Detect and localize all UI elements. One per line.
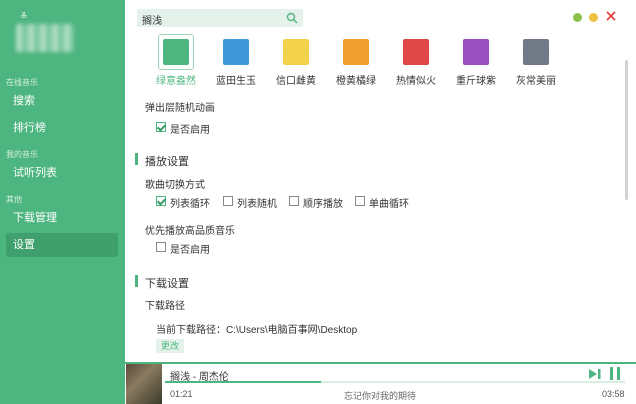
theme-swatch[interactable] [463,39,489,65]
list-random-checkbox[interactable] [223,196,233,206]
sequential-label: 顺序播放 [303,199,343,210]
theme-swatch-frame [158,34,194,70]
album-cover[interactable] [126,364,162,404]
list-loop-label: 列表循环 [170,199,210,210]
section-marker [135,275,138,287]
theme-label: 热情似火 [396,76,436,87]
duration-time: 03:58 [602,389,625,399]
single-loop-checkbox[interactable] [355,196,365,206]
current-path-label: 当前下载路径： [156,325,226,336]
scrollbar-thumb[interactable] [625,60,628,200]
hq-music-option-label: 是否启用 [170,245,210,256]
theme-option-yellow[interactable]: 信口雌黄 [266,39,326,87]
lyric-line: 忘记你对我的期待 [343,391,416,401]
theme-label: 重斤球紫 [456,76,496,87]
single-loop-label: 单曲循环 [369,199,409,210]
sidebar-section-online: 在线音乐 [6,78,38,87]
popup-anim-title: 弹出层随机动画 [145,103,215,114]
theme-label: 绿意盎然 [156,76,196,87]
sidebar-item-trial-list[interactable]: 试听列表 [6,161,118,185]
section-marker [135,153,138,165]
next-track-icon[interactable] [588,368,602,380]
theme-option-gray[interactable]: 灰常美丽 [506,39,566,87]
download-section-title: 下载设置 [145,278,189,290]
hq-music-checkbox[interactable] [156,242,166,252]
sequential-checkbox[interactable] [289,196,299,206]
theme-swatch[interactable] [403,39,429,65]
sidebar: ≚ 在线音乐 搜索 排行榜 我的音乐 试听列表 其他 下载管理 设置 [0,0,125,404]
search-box[interactable]: 搁浅 [137,9,303,27]
search-input[interactable]: 搁浅 [142,12,162,27]
app-logo-icon: ≚ [20,11,28,21]
sidebar-section-mine: 我的音乐 [6,150,38,159]
theme-swatch[interactable] [523,39,549,65]
list-loop-checkbox[interactable] [156,196,166,206]
theme-option-blue[interactable]: 蓝田生玉 [206,39,266,87]
sidebar-item-downloads[interactable]: 下载管理 [6,206,118,230]
search-icon[interactable] [286,12,298,24]
theme-label: 信口雌黄 [276,76,316,87]
list-random-label: 列表随机 [237,199,277,210]
theme-label: 橙黄橘绿 [336,76,376,87]
sidebar-item-search[interactable]: 搜索 [6,89,118,113]
theme-option-red[interactable]: 热情似火 [386,39,446,87]
progress-fill [165,381,321,383]
theme-option-purple[interactable]: 重斤球紫 [446,39,506,87]
theme-label: 蓝田生玉 [216,76,256,87]
playback-section-title: 播放设置 [145,156,189,168]
switch-mode-title: 歌曲切换方式 [145,180,205,191]
change-path-button[interactable]: 更改 [156,339,184,353]
theme-swatch[interactable] [163,39,189,65]
close-icon[interactable] [605,10,617,22]
theme-swatch[interactable] [283,39,309,65]
theme-swatch[interactable] [343,39,369,65]
theme-label: 灰常美丽 [516,76,556,87]
theme-option-orange[interactable]: 橙黄橘绿 [326,39,386,87]
popup-anim-checkbox[interactable] [156,122,166,132]
sidebar-header: ≚ [0,0,125,62]
sidebar-item-settings[interactable]: 设置 [6,233,118,257]
maximize-button[interactable] [589,13,598,22]
theme-swatch[interactable] [223,39,249,65]
pause-icon[interactable] [609,367,621,380]
current-path-value: C:\Users\电脑百事网\Desktop [226,325,358,336]
sidebar-item-ranking[interactable]: 排行榜 [6,116,118,140]
sidebar-section-other: 其他 [6,195,22,204]
download-path-title: 下载路径 [145,301,185,312]
elapsed-time: 01:21 [170,389,193,399]
minimize-button[interactable] [573,13,582,22]
popup-anim-option-label: 是否启用 [170,125,210,136]
hq-music-title: 优先播放高品质音乐 [145,226,235,237]
blurred-app-title [16,24,74,52]
theme-option-green[interactable]: 绿意盎然 [146,34,206,87]
